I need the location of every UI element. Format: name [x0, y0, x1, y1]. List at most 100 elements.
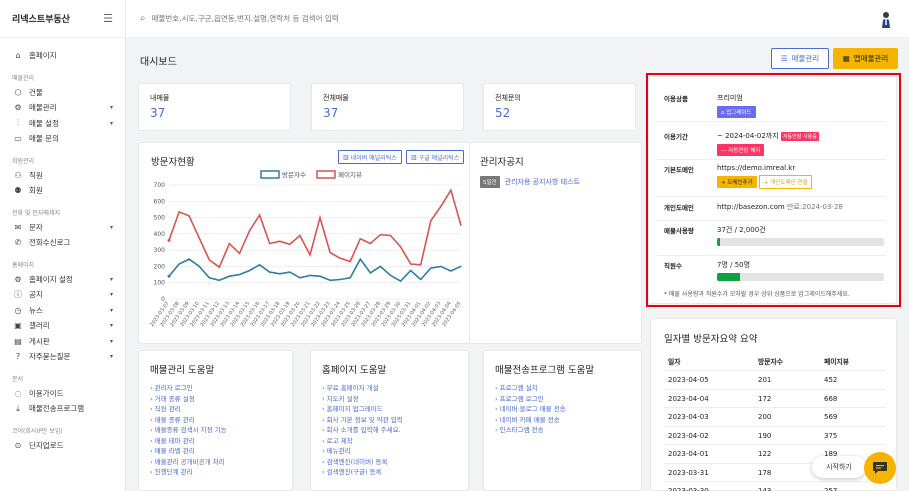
help-link[interactable]: › 매물종류 검색시 지정 기능 [150, 425, 227, 436]
sidebar: 리넥스트부동산 ☰ ⌂ 홈페이지 매물관리 ⬡ 건물 ⚙ 매물관리 ▾ ⫶ 매물 설정 ▾ … [0, 0, 126, 491]
data-point [349, 260, 351, 263]
stat-value: 52 [495, 106, 511, 120]
sidebar-item-home[interactable]: ⌂ 홈페이지 [0, 48, 125, 64]
help-link[interactable]: › 관리자 로그인 [150, 383, 227, 394]
add-domain-button[interactable]: + 도메인추가 [717, 176, 757, 188]
help-link[interactable]: › 회사 소개를 입력해 주세요. [322, 425, 403, 436]
table-row: 2023-04-02 190 375 [664, 425, 886, 444]
data-point [259, 264, 261, 266]
help-link[interactable]: › 검색엔진(네이버) 등록 [322, 457, 403, 468]
personal-domain-label: 개인도메인 [664, 204, 694, 212]
notice-item[interactable]: 5일전 관리자용 공지사항 테스트 [480, 176, 580, 188]
gear-icon: ⚙ [14, 103, 22, 113]
sidebar-item-member[interactable]: ⚉ 회원 [0, 183, 125, 199]
help-link[interactable]: › 직원 관리 [150, 404, 227, 415]
personal-domain-value[interactable]: http://basezon.com [717, 203, 785, 211]
hamburger-menu-icon[interactable]: ☰ [103, 12, 113, 25]
help-link[interactable]: › 진행단계 관리 [150, 467, 227, 478]
cell-pageviews: 257 [824, 487, 838, 491]
column-header-visitors: 방문자수 [758, 358, 784, 366]
usage-value: 37건 / 2,000건 [717, 226, 766, 234]
help-link[interactable]: › 회사 기본 정보 및 약관 입력 [322, 415, 403, 426]
help-link[interactable]: › 홈페이지 업그레이드 [322, 404, 403, 415]
sidebar-item-listing-manage[interactable]: ⚙ 매물관리 ▾ [0, 100, 125, 116]
help-link[interactable]: › 프로그램 설치 [495, 383, 566, 394]
cell-date: 2023-03-31 [668, 468, 709, 477]
sidebar-item-building[interactable]: ⬡ 건물 [0, 85, 125, 101]
basic-domain-value[interactable]: https://demo.imreal.kr [717, 164, 812, 172]
cell-pageviews: 668 [824, 394, 838, 403]
help-link[interactable]: › 프로그램 로그인 [495, 394, 566, 405]
sidebar-item-staff[interactable]: ⚇ 직원 [0, 168, 125, 184]
cell-pageviews: 375 [824, 431, 838, 440]
help-card-title: 매물관리 도움말 [150, 365, 215, 376]
naver-analytics-button[interactable]: ▥ 네이버 애널리틱스 [338, 150, 402, 164]
help-link[interactable]: › 메뉴관리 [322, 446, 403, 457]
user-icon: ⚇ [14, 170, 22, 180]
auto-renew-cancel-button[interactable]: — 자동연장 해지 [717, 144, 765, 156]
help-link[interactable]: › 검색엔진(구글) 등록 [322, 467, 403, 478]
sidebar-item-listing-settings[interactable]: ⫶ 매물 설정 ▾ [0, 116, 125, 132]
help-link[interactable]: › 네이버 블로그 매물 전송 [495, 404, 566, 415]
sidebar-item-board[interactable]: ▤ 게시판 ▾ [0, 334, 125, 350]
column-header-date: 일자 [668, 358, 681, 366]
help-link[interactable]: › 무료 홈페이지 개설 [322, 383, 403, 394]
avatar[interactable] [881, 11, 891, 29]
brand-logo[interactable]: 리넥스트부동산 [12, 12, 70, 25]
help-link[interactable]: › 로고 제작 [322, 436, 403, 447]
help-link[interactable]: › 지도키 설정 [322, 394, 403, 405]
help-link[interactable]: › 매물 라벨 관리 [150, 446, 227, 457]
sidebar-item-calls[interactable]: ✆ 전화수신로그 [0, 235, 125, 251]
help-link[interactable]: › 매물관리 공개비공개 처리 [150, 457, 227, 468]
help-link-list: › 무료 홈페이지 개설 › 지도키 설정 › 홈페이지 업그레이드 › 회사 기본 … [322, 383, 403, 478]
search-input[interactable] [151, 14, 552, 23]
info-row-plan: 이용상품 프리미엄 ⌂ 업그레이드 [657, 93, 886, 122]
y-tick-label: 100 [154, 280, 166, 287]
upgrade-button[interactable]: ⌂ 업그레이드 [717, 106, 756, 118]
data-point [188, 215, 190, 217]
sidebar-item-news[interactable]: ◷ 뉴스 ▾ [0, 303, 125, 319]
sidebar-item-user-guide[interactable]: ◌ 이용가이드 [0, 386, 125, 402]
table-row: 2023-03-30 143 257 [664, 481, 886, 491]
connect-domain-button[interactable]: + 개인도메인 연결 [758, 175, 813, 189]
chevron-down-icon: ▾ [109, 275, 113, 283]
sidebar-item-notice[interactable]: ⓘ 공지 ▾ [0, 287, 125, 303]
help-link[interactable]: › 거래 종류 설정 [150, 394, 227, 405]
sidebar-item-faq[interactable]: ? 자주묻는질문 ▾ [0, 349, 125, 365]
google-analytics-button[interactable]: ▥ 구글 애널리틱스 [406, 150, 465, 164]
cell-pageviews: 452 [824, 376, 838, 384]
stat-card-all-listings[interactable]: 전체매물 37 [311, 83, 464, 131]
data-point [369, 243, 371, 245]
cell-visitors: 178 [758, 468, 772, 477]
board-icon: ▤ [14, 336, 22, 346]
data-point [309, 254, 311, 256]
listing-manage-button[interactable]: ☰ 매물관리 [771, 48, 829, 69]
sidebar-item-complex-upload[interactable]: ⊙ 단지업로드 [0, 438, 125, 454]
sidebar-item-transfer-program[interactable]: ⤓ 매물전송프로그램 [0, 401, 125, 417]
sidebar-category-docs: 문서 [12, 375, 24, 383]
start-button[interactable]: 시작하기 [812, 456, 866, 478]
sidebar-item-sms[interactable]: ✉ 문자 ▾ [0, 220, 125, 236]
data-point [208, 277, 210, 279]
help-link[interactable]: › 인스타그램 전송 [495, 425, 566, 436]
help-link[interactable]: › 매물 테마 관리 [150, 436, 227, 447]
help-link[interactable]: › 네이버 카페 매물 전송 [495, 415, 566, 426]
sidebar-item-homepage-settings[interactable]: ⚙ 홈페이지 설정 ▾ [0, 272, 125, 288]
chat-button[interactable] [864, 452, 896, 484]
stat-card-my-listings[interactable]: 내매물 37 [138, 83, 291, 131]
data-point [369, 272, 371, 274]
sidebar-item-listing-inquiry[interactable]: ▭ 매물 문의 [0, 131, 125, 147]
stat-value: 37 [323, 106, 339, 120]
help-link[interactable]: › 매물 종류 관리 [150, 415, 227, 426]
sliders-icon: ⫶ [17, 118, 19, 128]
sidebar-category-members: 회원관리 [12, 157, 35, 165]
period-value: ~ 2024-04-02까지 [717, 132, 779, 140]
data-point [208, 259, 210, 261]
chevron-down-icon: ▾ [109, 306, 113, 314]
help-card-transfer: 매물전송프로그램 도움말 › 프로그램 설치 › 프로그램 로그인 › 네이버 블로… [483, 350, 642, 491]
stat-card-all-inquiries[interactable]: 전체문의 52 [483, 83, 636, 131]
notice-link[interactable]: 관리자용 공지사항 테스트 [505, 177, 580, 187]
map-listing-manage-button[interactable]: ▦ 맵매물관리 [833, 48, 898, 69]
y-tick-label: 300 [154, 247, 166, 254]
sidebar-item-gallery[interactable]: ▣ 갤러리 ▾ [0, 318, 125, 334]
